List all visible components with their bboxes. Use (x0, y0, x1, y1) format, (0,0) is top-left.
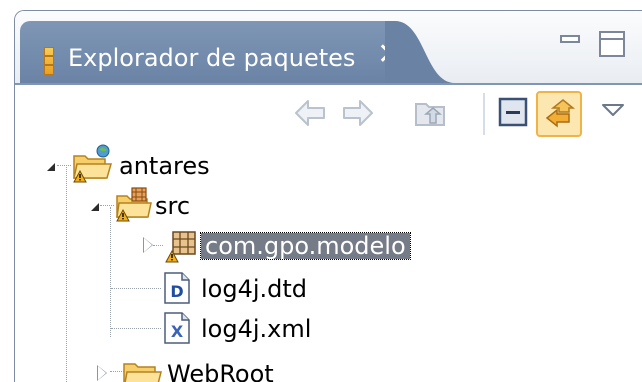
tree-item-label: antares (119, 152, 210, 180)
package-explorer-view: Explorador de paquetes ✕ (14, 10, 642, 382)
view-menu-icon[interactable] (601, 103, 625, 117)
package-explorer-icon (44, 47, 54, 75)
tree-guide (111, 328, 161, 329)
up-folder-icon[interactable] (413, 95, 449, 131)
package-icon (165, 231, 196, 263)
tree-item-label: src (155, 192, 191, 220)
svg-text:D: D (170, 282, 183, 301)
tree-guide (110, 207, 111, 337)
tree-item-label: log4j.dtd (201, 275, 308, 303)
tab-title: Explorador de paquetes (68, 44, 356, 72)
package-tree: antares src com.gpo.modelo D log4j.dtd X… (15, 144, 642, 382)
back-arrow-icon[interactable] (292, 95, 328, 131)
dtd-file-icon: D (164, 272, 190, 304)
source-folder-icon (116, 187, 152, 222)
expand-arrow-icon[interactable] (144, 238, 152, 252)
expand-arrow-icon[interactable] (98, 366, 106, 380)
forward-arrow-icon[interactable] (340, 95, 376, 131)
link-with-editor-icon (545, 99, 576, 128)
tree-item-com-gpo-modelo[interactable]: com.gpo.modelo (141, 226, 461, 264)
tree-guide (111, 288, 161, 289)
maximize-icon[interactable] (599, 31, 625, 57)
minimize-icon[interactable] (560, 35, 580, 43)
view-toolbar (15, 85, 642, 145)
collapse-all-icon[interactable] (496, 95, 532, 131)
tree-item-label: com.gpo.modelo (200, 232, 411, 260)
tree-item-log4j-xml[interactable]: X log4j.xml (161, 309, 401, 347)
link-with-editor-toggle[interactable] (536, 91, 582, 137)
tree-item-src[interactable]: src (89, 186, 389, 224)
tree-item-log4j-dtd[interactable]: D log4j.dtd (161, 269, 401, 307)
xml-file-icon: X (164, 312, 190, 344)
tab-curve (385, 21, 455, 83)
tree-guide (66, 167, 67, 382)
folder-icon (123, 363, 162, 382)
tab-package-explorer[interactable]: Explorador de paquetes ✕ (20, 21, 402, 85)
svg-text:X: X (171, 322, 184, 341)
tree-item-label: WebRoot (167, 360, 274, 382)
tree-item-webroot[interactable]: WebRoot (95, 354, 395, 382)
expand-arrow-icon[interactable] (47, 163, 55, 171)
toolbar-separator (483, 93, 485, 135)
expand-arrow-icon[interactable] (91, 203, 99, 211)
project-folder-icon (73, 144, 112, 183)
tree-item-label: log4j.xml (201, 315, 312, 343)
tree-item-antares[interactable]: antares (45, 144, 385, 184)
